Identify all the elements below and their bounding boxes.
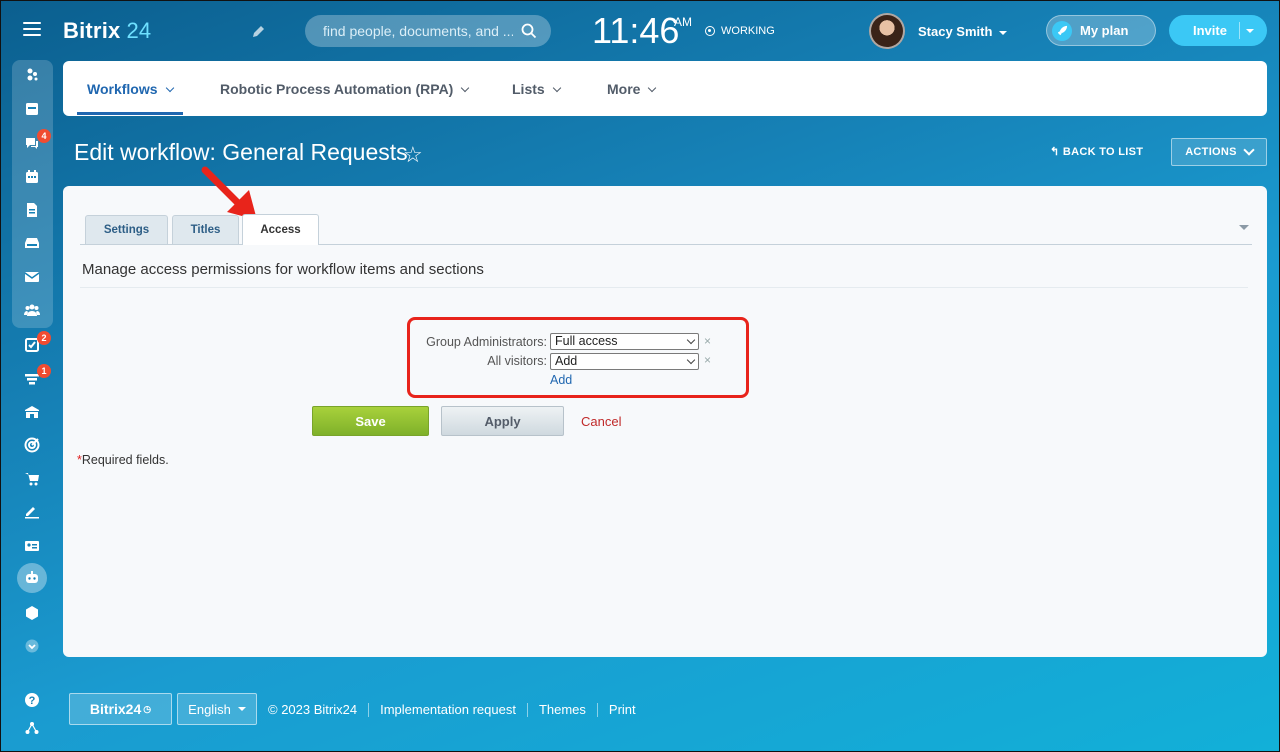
back-to-list-link[interactable]: ↰ BACK TO LIST	[1050, 145, 1143, 158]
search-input[interactable]	[321, 22, 515, 40]
chevron-down-icon	[999, 30, 1008, 35]
chevron-down-icon	[461, 83, 470, 93]
tab-settings[interactable]: Settings	[85, 215, 168, 244]
apply-button[interactable]: Apply	[441, 406, 564, 436]
highlight-box	[407, 317, 749, 398]
back-arrow-icon: ↰	[1050, 146, 1063, 158]
nav-item-lists[interactable]: Lists	[512, 81, 561, 97]
favorite-star-icon[interactable]: ☆	[403, 142, 423, 168]
actions-button[interactable]: ACTIONS	[1171, 138, 1267, 166]
workflow-form-panel: Settings Titles Access Manage access per…	[63, 186, 1267, 657]
menu-icon[interactable]	[23, 22, 41, 38]
automation-robot-icon[interactable]	[22, 568, 42, 588]
document-icon[interactable]	[22, 200, 42, 220]
network-icon[interactable]	[22, 718, 42, 738]
footer-link-themes[interactable]: Themes	[539, 702, 586, 717]
language-selector[interactable]: English	[177, 693, 257, 725]
contact-card-icon[interactable]	[22, 536, 42, 556]
crm-badge: 1	[37, 364, 51, 378]
tasks-badge: 2	[37, 331, 51, 345]
edit-pencil-icon[interactable]	[252, 24, 266, 38]
chevron-down-icon	[648, 83, 657, 93]
store-icon[interactable]	[22, 402, 42, 422]
tab-access[interactable]: Access	[242, 214, 319, 245]
employees-icon[interactable]	[22, 300, 42, 320]
rocket-icon	[1052, 20, 1072, 41]
chevron-down-circle-icon[interactable]	[22, 636, 42, 656]
section-divider	[80, 287, 1248, 288]
calendar-list-icon[interactable]	[22, 99, 42, 119]
nav-item-rpa[interactable]: Robotic Process Automation (RPA)	[220, 81, 470, 97]
footer-link-print[interactable]: Print	[609, 702, 636, 717]
feed-icon[interactable]	[22, 65, 42, 85]
cart-icon[interactable]	[22, 469, 42, 489]
footer-links: © 2023 Bitrix24 Implementation request T…	[268, 702, 636, 717]
chevron-down-icon	[165, 83, 174, 93]
svg-text:?: ?	[29, 695, 36, 707]
chevron-down-icon	[552, 83, 561, 93]
clock-time: 11:46	[592, 10, 680, 51]
user-menu[interactable]: Stacy Smith	[918, 24, 1008, 39]
user-avatar[interactable]	[869, 13, 905, 49]
work-status[interactable]: WORKING	[705, 25, 775, 37]
signature-icon[interactable]	[22, 502, 42, 522]
chevron-down-icon	[1243, 144, 1255, 156]
footer-link-implementation[interactable]: Implementation request	[380, 702, 516, 717]
cancel-link[interactable]: Cancel	[581, 414, 621, 429]
record-icon	[705, 26, 715, 36]
save-button[interactable]: Save	[312, 406, 429, 436]
clock-icon: ◷	[143, 703, 152, 714]
invite-button[interactable]: Invite	[1169, 15, 1267, 46]
collapse-triangle-icon[interactable]	[1239, 225, 1249, 230]
help-icon[interactable]: ?	[22, 690, 42, 710]
chevron-down-icon[interactable]	[1246, 29, 1254, 33]
footer-bitrix-logo[interactable]: Bitrix24 ◷	[69, 693, 172, 725]
nav-item-workflows[interactable]: Workflows	[77, 81, 183, 115]
search-icon[interactable]	[521, 23, 537, 39]
chat-badge: 4	[37, 129, 51, 143]
chevron-down-icon	[237, 707, 246, 711]
calendar-icon[interactable]	[22, 167, 42, 187]
mail-icon[interactable]	[22, 267, 42, 287]
access-description: Manage access permissions for workflow i…	[82, 261, 484, 278]
search-box[interactable]	[305, 15, 551, 47]
nav-item-more[interactable]: More	[607, 81, 657, 97]
top-nav-panel: Workflows Robotic Process Automation (RP…	[63, 61, 1267, 116]
required-fields-note: *Required fields.	[77, 453, 169, 467]
clock-ampm: AM	[674, 15, 692, 29]
bitrix-logo[interactable]: Bitrix 24	[63, 18, 151, 44]
footer-copyright: © 2023 Bitrix24	[268, 702, 358, 717]
target-icon[interactable]	[22, 435, 42, 455]
left-sidebar: 4 2 1 ?	[0, 0, 62, 752]
my-plan-button[interactable]: My plan	[1046, 15, 1156, 46]
drive-icon[interactable]	[22, 233, 42, 253]
cube-icon[interactable]	[22, 603, 42, 623]
